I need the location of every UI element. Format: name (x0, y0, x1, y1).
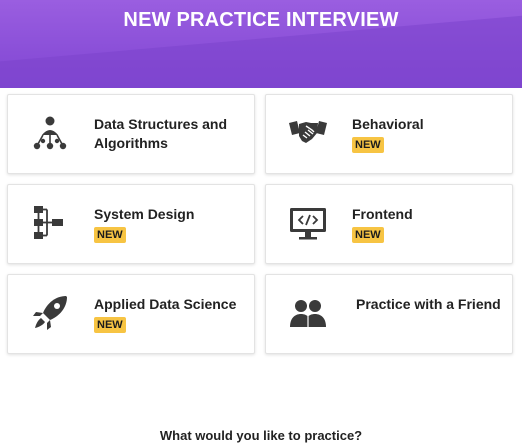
new-badge: NEW (94, 227, 126, 243)
card-title: Applied Data Science (94, 296, 237, 312)
card-frontend[interactable]: Frontend NEW (265, 184, 513, 264)
new-badge: NEW (352, 227, 384, 243)
card-title: Behavioral (352, 116, 424, 132)
card-system-design[interactable]: System Design NEW (7, 184, 255, 264)
card-applied-data-science[interactable]: Applied Data Science NEW (7, 274, 255, 354)
system-diagram-icon (30, 203, 70, 243)
card-behavioral[interactable]: Behavioral NEW (265, 94, 513, 174)
card-title: Data Structures and Algorithms (94, 116, 228, 151)
new-badge: NEW (94, 317, 126, 333)
tree-graph-icon (30, 113, 70, 153)
card-practice-with-friend[interactable]: Practice with a Friend (265, 274, 513, 354)
card-title: Frontend (352, 206, 413, 222)
practice-question: What would you like to practice? (159, 428, 363, 443)
new-badge: NEW (352, 137, 384, 153)
page-header: NEW PRACTICE INTERVIEW (0, 0, 522, 88)
code-monitor-icon (288, 203, 328, 243)
page-title: NEW PRACTICE INTERVIEW (123, 9, 399, 31)
card-data-structures[interactable]: Data Structures and Algorithms (7, 94, 255, 174)
handshake-icon (288, 113, 328, 153)
rocket-icon (30, 293, 70, 333)
two-people-icon (288, 293, 328, 333)
card-title: System Design (94, 206, 195, 222)
card-title: Practice with a Friend (356, 296, 501, 312)
